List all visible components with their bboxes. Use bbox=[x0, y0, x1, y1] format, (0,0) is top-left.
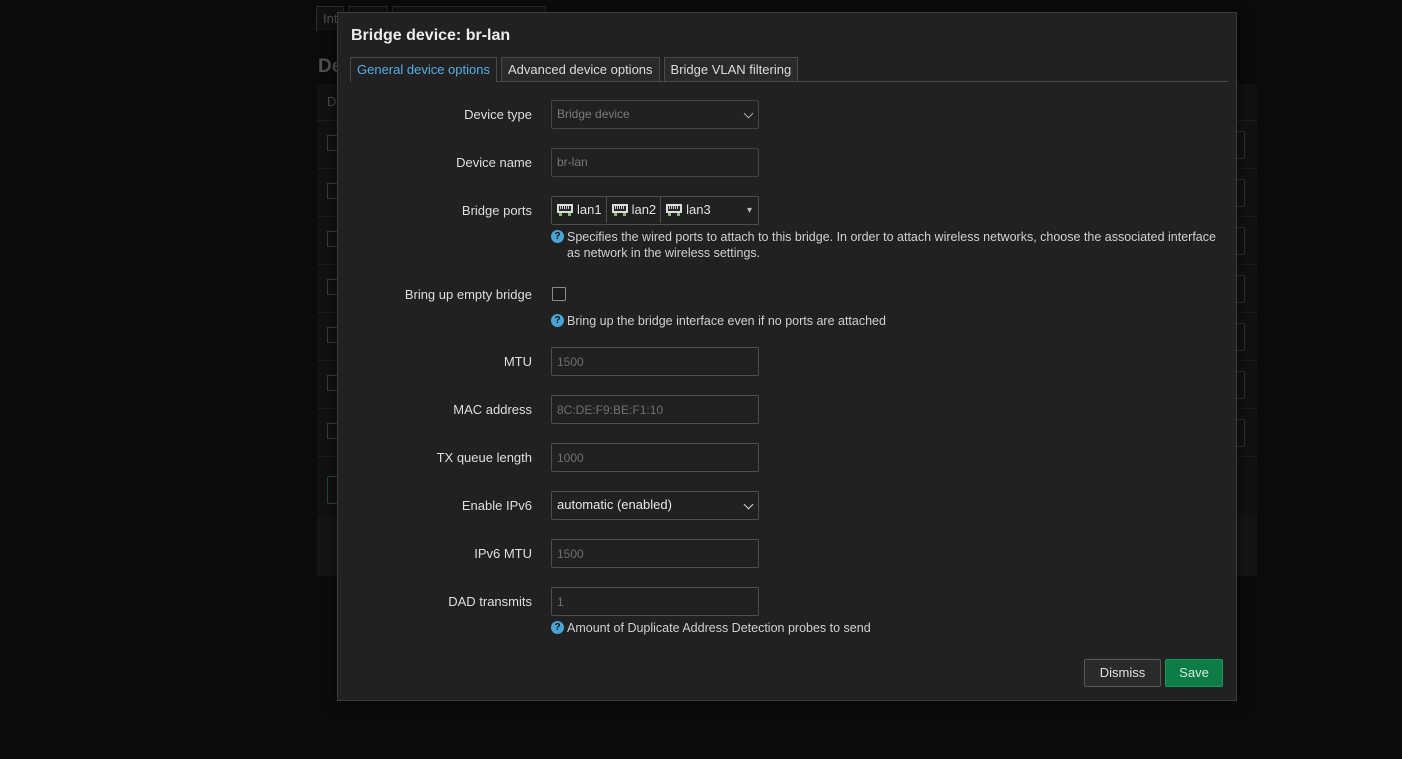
enable-ipv6-value: automatic (enabled) bbox=[557, 497, 672, 512]
dad-transmits-hint-text: Amount of Duplicate Address Detection pr… bbox=[567, 621, 871, 635]
modal-tabs: General device options Advanced device o… bbox=[350, 57, 1228, 82]
port-item-lan3: lan3 bbox=[661, 197, 715, 223]
tab-general-device-options[interactable]: General device options bbox=[350, 57, 497, 82]
port-item-lan1: lan1 bbox=[552, 197, 607, 223]
enable-ipv6-select[interactable]: automatic (enabled) bbox=[551, 491, 759, 520]
tab-bridge-vlan-filtering[interactable]: Bridge VLAN filtering bbox=[663, 57, 799, 81]
bridge-ports-select[interactable]: lan1 lan2 lan3 ▾ bbox=[551, 196, 759, 225]
bring-up-empty-hint-text: Bring up the bridge interface even if no… bbox=[567, 314, 886, 328]
bring-up-empty-hint: ? Bring up the bridge interface even if … bbox=[551, 313, 1227, 329]
bridge-ports-hint-text: Specifies the wired ports to attach to t… bbox=[567, 230, 1216, 260]
device-name-label: Device name bbox=[456, 155, 532, 170]
dismiss-button[interactable]: Dismiss bbox=[1084, 659, 1161, 687]
save-button[interactable]: Save bbox=[1165, 659, 1223, 687]
mtu-label: MTU bbox=[503, 354, 532, 369]
dropdown-arrow-icon: ▾ bbox=[746, 205, 752, 216]
port-label: lan2 bbox=[631, 202, 657, 217]
dad-transmits-label: DAD transmits bbox=[448, 594, 532, 609]
tx-queue-length-label: TX queue length bbox=[436, 450, 532, 465]
device-type-select[interactable]: Bridge device bbox=[551, 100, 759, 129]
bridge-ports-hint: ? Specifies the wired ports to attach to… bbox=[551, 229, 1227, 261]
device-name-input[interactable]: br-lan bbox=[551, 148, 759, 177]
ethernet-port-icon bbox=[557, 204, 573, 216]
mac-address-input[interactable] bbox=[551, 395, 759, 424]
mac-address-label: MAC address bbox=[453, 402, 532, 417]
chevron-down-icon bbox=[743, 108, 754, 119]
help-circle-icon: ? bbox=[551, 314, 564, 327]
ethernet-port-icon bbox=[666, 204, 683, 216]
bridge-device-modal: Bridge device: br-lan General device opt… bbox=[337, 12, 1237, 701]
ipv6-mtu-label: IPv6 MTU bbox=[474, 546, 532, 561]
port-label: lan3 bbox=[686, 202, 711, 217]
bring-up-empty-label: Bring up empty bridge bbox=[404, 287, 532, 302]
ipv6-mtu-input[interactable] bbox=[551, 539, 759, 568]
tab-advanced-device-options[interactable]: Advanced device options bbox=[500, 57, 660, 81]
port-label: lan1 bbox=[577, 202, 602, 217]
help-circle-icon: ? bbox=[551, 230, 564, 243]
device-type-label: Device type bbox=[464, 107, 532, 122]
mtu-input[interactable] bbox=[551, 347, 759, 376]
chevron-down-icon bbox=[743, 499, 754, 510]
bring-up-empty-checkbox[interactable] bbox=[552, 287, 566, 301]
enable-ipv6-label: Enable IPv6 bbox=[461, 498, 532, 513]
bridge-ports-label: Bridge ports bbox=[461, 203, 532, 218]
ethernet-port-icon bbox=[611, 204, 628, 216]
device-type-value: Bridge device bbox=[557, 107, 630, 121]
modal-title: Bridge device: br-lan bbox=[351, 27, 511, 44]
dad-transmits-hint: ? Amount of Duplicate Address Detection … bbox=[551, 620, 1227, 636]
help-circle-icon: ? bbox=[551, 621, 564, 634]
port-item-lan2: lan2 bbox=[607, 197, 662, 223]
dad-transmits-input[interactable] bbox=[551, 587, 759, 616]
tx-queue-length-input[interactable] bbox=[551, 443, 759, 472]
